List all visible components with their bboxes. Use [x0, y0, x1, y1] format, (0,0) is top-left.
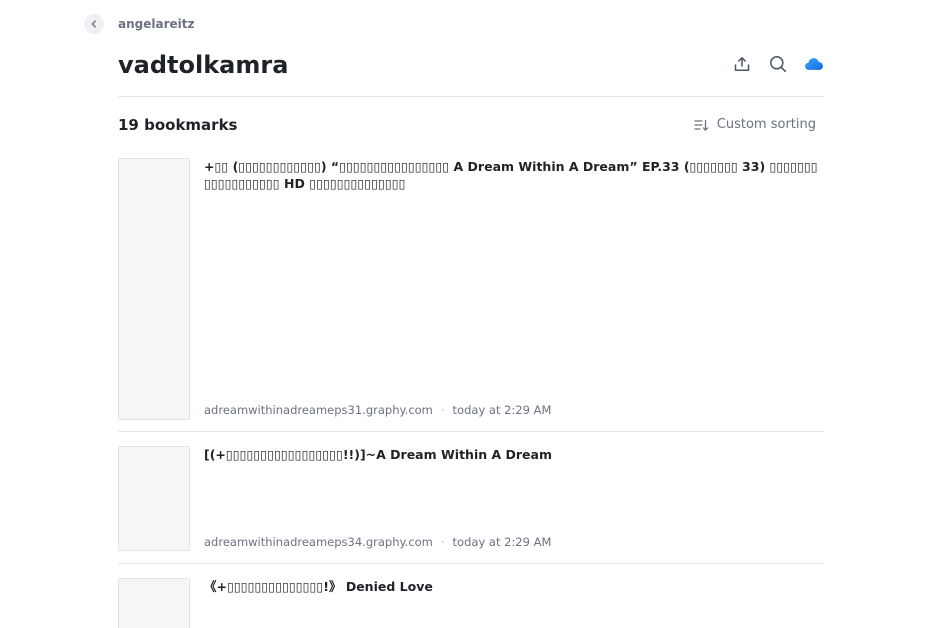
cloud-icon	[805, 58, 823, 70]
chevron-left-icon	[91, 20, 96, 28]
bookmark-title[interactable]: +▯▯ (▯▯▯▯▯▯▯▯▯▯▯▯) “▯▯▯▯▯▯▯▯▯▯▯▯▯▯▯▯ A D…	[204, 158, 824, 192]
header-toolbar	[732, 54, 824, 74]
bookmark-content: 《+▯▯▯▯▯▯▯▯▯▯▯▯▯▯!》 Denied Love	[204, 578, 824, 628]
bookmark-time: today at 2:29 AM	[452, 535, 552, 549]
bookmark-content: [(+▯▯▯▯▯▯▯▯▯▯▯▯▯▯▯▯▯!!)]~A Dream Within …	[204, 446, 824, 563]
bookmark-thumbnail	[118, 158, 190, 420]
bookmark-item[interactable]: +▯▯ (▯▯▯▯▯▯▯▯▯▯▯▯) “▯▯▯▯▯▯▯▯▯▯▯▯▯▯▯▯ A D…	[118, 146, 824, 432]
page-title: vadtolkamra	[118, 51, 289, 79]
share-button[interactable]	[732, 54, 752, 74]
breadcrumb-owner[interactable]: angelareitz	[118, 16, 194, 32]
bookmark-count: 19 bookmarks	[118, 116, 238, 134]
search-icon	[770, 56, 787, 73]
bookmark-time: today at 2:29 AM	[452, 403, 552, 417]
bookmark-domain: adreamwithinadreameps31.graphy.com	[204, 403, 433, 417]
sort-label: Custom sorting	[716, 117, 816, 132]
bookmark-meta: adreamwithinadreameps34.graphy.com · tod…	[204, 535, 551, 549]
header-divider	[118, 96, 824, 97]
meta-separator: ·	[440, 535, 445, 549]
bookmarks-page: angelareitz vadtolkamra 19 bookmarks Cus…	[0, 0, 942, 628]
bookmark-title[interactable]: [(+▯▯▯▯▯▯▯▯▯▯▯▯▯▯▯▯▯!!)]~A Dream Within …	[204, 446, 824, 463]
cloud-sync-button[interactable]	[804, 54, 824, 74]
sort-button[interactable]: Custom sorting	[694, 115, 816, 135]
search-button[interactable]	[768, 54, 788, 74]
bookmark-item[interactable]: [(+▯▯▯▯▯▯▯▯▯▯▯▯▯▯▯▯▯!!)]~A Dream Within …	[118, 432, 824, 564]
meta-separator: ·	[440, 403, 445, 417]
bookmark-thumbnail	[118, 578, 190, 628]
sort-icon	[694, 119, 708, 131]
bookmark-meta: adreamwithinadreameps31.graphy.com · tod…	[204, 403, 551, 417]
bookmark-list: +▯▯ (▯▯▯▯▯▯▯▯▯▯▯▯) “▯▯▯▯▯▯▯▯▯▯▯▯▯▯▯▯ A D…	[118, 146, 824, 628]
bookmark-item[interactable]: 《+▯▯▯▯▯▯▯▯▯▯▯▯▯▯!》 Denied Love	[118, 564, 824, 628]
upload-icon	[734, 57, 750, 71]
bookmark-content: +▯▯ (▯▯▯▯▯▯▯▯▯▯▯▯) “▯▯▯▯▯▯▯▯▯▯▯▯▯▯▯▯ A D…	[204, 158, 824, 431]
bookmark-title[interactable]: 《+▯▯▯▯▯▯▯▯▯▯▯▯▯▯!》 Denied Love	[204, 578, 824, 595]
back-button[interactable]	[84, 14, 104, 34]
bookmark-thumbnail	[118, 446, 190, 551]
bookmark-domain: adreamwithinadreameps34.graphy.com	[204, 535, 433, 549]
